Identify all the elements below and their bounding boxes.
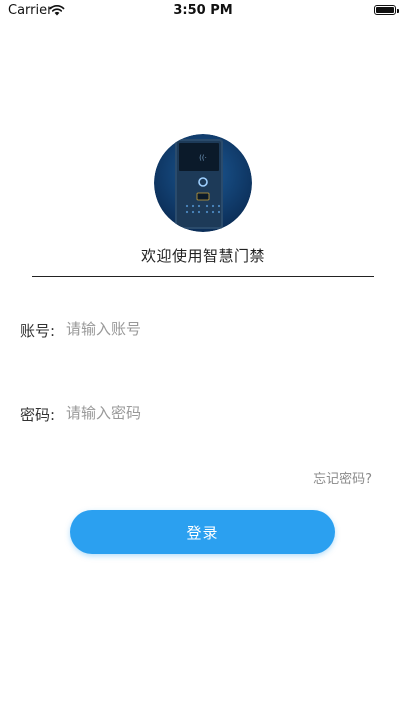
svg-text:((·: ((·: [199, 154, 207, 162]
status-bar: Carrier 3:50 PM: [0, 0, 406, 22]
login-button[interactable]: 登录: [70, 510, 335, 554]
forgot-password-link[interactable]: 忘记密码?: [313, 468, 372, 487]
password-input[interactable]: [66, 399, 366, 427]
divider: [32, 276, 374, 277]
password-label: 密码:: [20, 406, 56, 424]
account-label: 账号:: [20, 322, 56, 340]
account-input[interactable]: [66, 315, 366, 343]
access-control-device-logo: ((·: [154, 134, 252, 232]
welcome-title: 欢迎使用智慧门禁: [140, 247, 265, 265]
status-time: 3:50 PM: [173, 3, 233, 18]
battery-icon: [374, 5, 399, 15]
